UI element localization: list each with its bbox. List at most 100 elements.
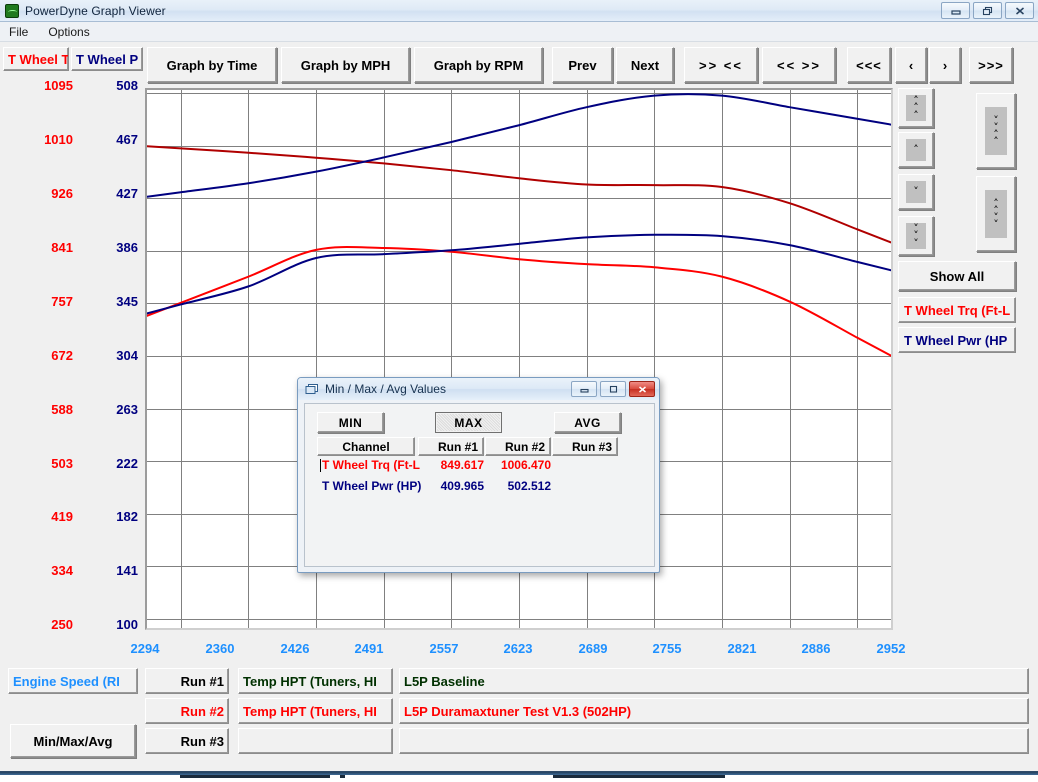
run1-channel-field[interactable]: Temp HPT (Tuners, HI (238, 668, 393, 694)
run1-title-field[interactable]: L5P Baseline (399, 668, 1029, 694)
row1-channel: T Wheel Pwr (HP) (322, 479, 422, 493)
minmaxavg-dialog[interactable]: Min / Max / Avg Values MIN MAX AVG Chann… (297, 377, 660, 573)
prev-button[interactable]: Prev (552, 47, 613, 83)
window-title: PowerDyne Graph Viewer (25, 3, 166, 18)
restore-icon[interactable] (973, 2, 1002, 19)
header-run3[interactable]: Run #3 (552, 437, 618, 456)
x-axis-tick-6: 2689 (578, 641, 608, 656)
minimize-icon[interactable] (941, 2, 970, 19)
header-channel[interactable]: Channel (317, 437, 415, 456)
run3-label[interactable]: Run #3 (145, 728, 229, 754)
title-bar: PowerDyne Graph Viewer (0, 0, 1038, 22)
dialog-title-bar[interactable]: Min / Max / Avg Values (298, 378, 659, 400)
run2-label[interactable]: Run #2 (145, 698, 229, 724)
y-axis-torque-tick-3: 841 (51, 240, 73, 255)
y-axis-power-tick-0: 508 (116, 78, 138, 93)
header-run2[interactable]: Run #2 (485, 437, 551, 456)
minmaxavg-button[interactable]: Min/Max/Avg (10, 724, 136, 758)
y-axis-power-tick-10: 100 (116, 617, 138, 632)
step-forward-button[interactable]: › (929, 47, 961, 83)
close-icon[interactable] (1005, 2, 1034, 19)
run2-channel-field[interactable]: Temp HPT (Tuners, HI (238, 698, 393, 724)
page-forward-button[interactable]: >>> (969, 47, 1013, 83)
scale-up-slow-button[interactable]: ˄ (898, 132, 934, 168)
y-axis-torque-tick-6: 588 (51, 402, 73, 417)
graph-by-mph-button[interactable]: Graph by MPH (281, 47, 410, 83)
y-axis-torque-tick-8: 419 (51, 509, 73, 524)
app-window: PowerDyne Graph Viewer File Options T Wh… (0, 0, 1038, 782)
show-all-button[interactable]: Show All (898, 261, 1016, 291)
zoom-in-vertical-button[interactable]: ˄ ˄ ˅ ˅ (976, 176, 1016, 252)
row1-run2: 502.512 (507, 479, 551, 493)
scale-up-fast-button[interactable]: ˄ ˄ ˄ (898, 88, 934, 128)
y-axis-torque-tick-0: 1095 (44, 78, 73, 93)
y-axis-torque-tick-10: 250 (51, 617, 73, 632)
y-axis-power-tick-4: 345 (116, 294, 138, 309)
run1-label[interactable]: Run #1 (145, 668, 229, 694)
graph-by-rpm-button[interactable]: Graph by RPM (414, 47, 543, 83)
dialog-window-controls (571, 381, 655, 397)
row0-run1: 849.617 (440, 458, 484, 472)
chevrons-up-icon: ˄ ˄ ˄ (906, 95, 926, 121)
y-axis-power-tick-9: 141 (116, 563, 138, 578)
scale-down-fast-button[interactable]: ˅ ˅ ˅ (898, 216, 934, 256)
run3-title-field[interactable] (399, 728, 1029, 754)
x-axis-tick-9: 2886 (801, 641, 831, 656)
channel-button-torque[interactable]: T Wheel Trq (Ft-L (898, 297, 1016, 323)
x-axis-tick-7: 2755 (652, 641, 682, 656)
header-run1[interactable]: Run #1 (418, 437, 484, 456)
y-axis-power-tick-7: 222 (116, 456, 138, 471)
scale-down-slow-button[interactable]: ˅ (898, 174, 934, 210)
x-axis-tick-5: 2623 (503, 641, 533, 656)
row1-run1: 409.965 (440, 479, 484, 493)
text-caret (320, 459, 321, 472)
min-tab[interactable]: MIN (317, 412, 384, 433)
x-axis-tick-1: 2360 (205, 641, 235, 656)
dialog-title: Min / Max / Avg Values (325, 382, 446, 396)
run2-title-field[interactable]: L5P Duramaxtuner Test V1.3 (502HP) (399, 698, 1029, 724)
chevrons-collapse-icon: ˅ ˅ ˄ ˄ (985, 107, 1007, 155)
dialog-body: MIN MAX AVG Channel Run #1 Run #2 Run #3… (304, 403, 655, 567)
taskbar-accent (0, 772, 1038, 775)
x-axis-tick-2: 2426 (280, 641, 310, 656)
chevrons-down-icon: ˅ ˅ ˅ (906, 223, 926, 249)
menu-options[interactable]: Options (46, 23, 98, 41)
window-stack-icon (305, 383, 318, 394)
x-axis-tick-3: 2491 (354, 641, 384, 656)
taskbar-item-3[interactable] (553, 775, 725, 778)
collapse-range-button[interactable]: >> << (684, 47, 758, 83)
avg-tab[interactable]: AVG (554, 412, 621, 433)
y-axis-torque-tick-4: 757 (51, 294, 73, 309)
max-tab[interactable]: MAX (435, 412, 502, 433)
menu-bar: File Options (0, 22, 1038, 42)
taskbar-item-1[interactable] (180, 775, 330, 778)
y-axis-power-tick-5: 304 (116, 348, 138, 363)
x-axis-tick-8: 2821 (727, 641, 757, 656)
y-axis-power-tick-2: 427 (116, 186, 138, 201)
page-back-button[interactable]: <<< (847, 47, 891, 83)
run3-channel-field[interactable] (238, 728, 393, 754)
menu-file[interactable]: File (7, 23, 37, 41)
row0-channel: T Wheel Trq (Ft-L (322, 458, 420, 472)
chevrons-expand-icon: ˄ ˄ ˅ ˅ (985, 190, 1007, 238)
dialog-close-icon[interactable] (629, 381, 655, 397)
x-axis-channel-field[interactable]: Engine Speed (RI (8, 668, 138, 694)
channel-button-power[interactable]: T Wheel Pwr (HP (898, 327, 1016, 353)
expand-range-button[interactable]: << >> (762, 47, 836, 83)
taskbar (0, 771, 1038, 782)
dialog-minimize-icon[interactable] (571, 381, 597, 397)
y-axis-power-tick-8: 182 (116, 509, 138, 524)
x-axis-tick-4: 2557 (429, 641, 459, 656)
chevron-down-icon: ˅ (906, 181, 926, 203)
x-axis-tick-0: 2294 (130, 641, 160, 656)
chevron-up-icon: ˄ (906, 139, 926, 161)
window-controls (941, 2, 1034, 19)
graph-by-time-button[interactable]: Graph by Time (147, 47, 277, 83)
zoom-out-vertical-button[interactable]: ˅ ˅ ˄ ˄ (976, 93, 1016, 169)
taskbar-item-2[interactable] (340, 775, 345, 778)
dialog-restore-icon[interactable] (600, 381, 626, 397)
step-back-button[interactable]: ‹ (895, 47, 927, 83)
y-axis-torque-tick-1: 1010 (44, 132, 73, 147)
next-button[interactable]: Next (616, 47, 674, 83)
y-axis-torque-tick-5: 672 (51, 348, 73, 363)
